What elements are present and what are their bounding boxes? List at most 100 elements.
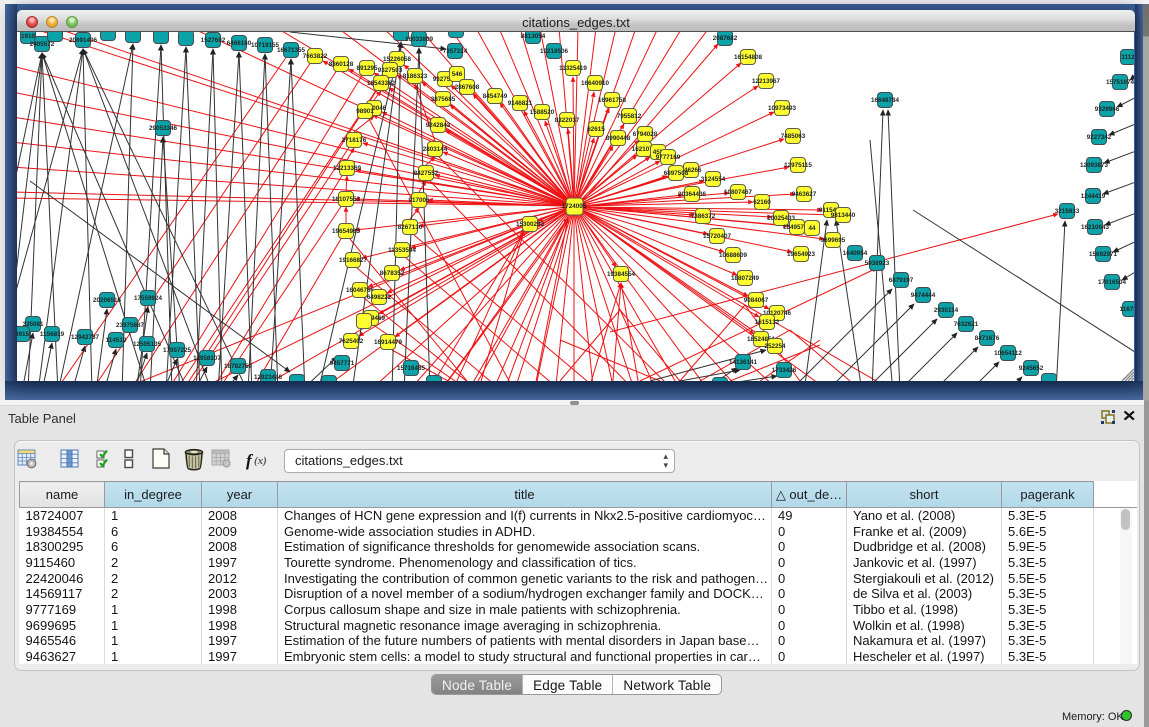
- svg-text:11353594: 11353594: [388, 247, 416, 254]
- svg-text:6498222: 6498222: [367, 294, 392, 301]
- svg-text:917006: 917006: [408, 197, 430, 204]
- svg-text:15226058: 15226058: [383, 56, 412, 63]
- svg-text:10719155: 10719155: [251, 42, 280, 49]
- svg-text:8267130: 8267130: [398, 224, 423, 231]
- svg-text:114519: 114519: [106, 337, 127, 344]
- svg-text:19218506: 19218506: [540, 48, 569, 55]
- svg-text:9474444: 9474444: [911, 292, 936, 299]
- svg-text:f: f: [246, 451, 254, 470]
- svg-text:3215933: 3215933: [1055, 208, 1080, 215]
- svg-text:7663822: 7663822: [303, 53, 328, 60]
- svg-text:16961758: 16961758: [598, 97, 627, 104]
- svg-text:10973493: 10973493: [768, 105, 797, 112]
- svg-text:9242843: 9242843: [426, 122, 451, 129]
- svg-text:16782759: 16782759: [224, 363, 253, 370]
- svg-text:18807249: 18807249: [731, 275, 760, 282]
- svg-text:10807467: 10807467: [724, 189, 753, 196]
- svg-text:8322037: 8322037: [555, 117, 580, 124]
- svg-text:9699695: 9699695: [821, 237, 846, 244]
- svg-text:3875685: 3875685: [431, 96, 456, 103]
- svg-text:10688609: 10688609: [719, 252, 748, 259]
- svg-text:16210643: 16210643: [1081, 224, 1110, 231]
- svg-text:6879197: 6879197: [889, 277, 914, 284]
- svg-text:6897508: 6897508: [664, 170, 689, 177]
- svg-text:12975115: 12975115: [784, 162, 812, 169]
- svg-text:23975887: 23975887: [116, 322, 145, 329]
- svg-text:1724005: 1724005: [562, 203, 587, 210]
- svg-text:1112: 1112: [1121, 54, 1134, 61]
- svg-text:9777169: 9777169: [656, 154, 681, 161]
- svg-text:12923446: 12923446: [254, 374, 283, 381]
- svg-text:16046766: 16046766: [346, 287, 375, 294]
- svg-text:14136141: 14136141: [729, 359, 758, 366]
- svg-text:8186323: 8186323: [403, 73, 428, 80]
- svg-text:12505135: 12505135: [133, 341, 162, 348]
- svg-text:7632621: 7632621: [954, 321, 979, 328]
- svg-text:10654112: 10654112: [994, 350, 1022, 357]
- svg-text:19384554: 19384554: [607, 271, 636, 278]
- svg-text:15751074: 15751074: [1106, 79, 1134, 86]
- svg-text:8813054: 8813054: [521, 33, 546, 40]
- svg-text:9457771: 9457771: [330, 360, 355, 367]
- svg-text:8990448: 8990448: [606, 135, 631, 142]
- svg-text:2935114: 2935114: [934, 307, 959, 314]
- svg-text:116753: 116753: [1120, 306, 1134, 313]
- svg-text:9146821: 9146821: [508, 100, 533, 107]
- svg-text:9084067: 9084067: [744, 297, 769, 304]
- svg-text:9227342: 9227342: [1087, 134, 1112, 141]
- svg-text:1733426: 1733426: [772, 367, 797, 374]
- svg-text:12942737: 12942737: [71, 334, 100, 341]
- svg-text:62615: 62615: [587, 126, 605, 133]
- svg-text:44: 44: [808, 225, 816, 232]
- svg-text:15692971: 15692971: [1089, 251, 1118, 258]
- svg-text:7357224: 7357224: [443, 48, 468, 55]
- svg-text:98901: 98901: [356, 108, 374, 115]
- svg-text:19654983: 19654983: [332, 228, 361, 235]
- svg-text:8678352: 8678352: [380, 270, 405, 277]
- svg-text:2803144: 2803144: [423, 146, 448, 153]
- svg-text:9813440: 9813440: [831, 212, 856, 219]
- svg-text:9329966: 9329966: [1095, 106, 1120, 113]
- svg-text:7955812: 7955812: [617, 113, 642, 120]
- svg-text:2087682: 2087682: [713, 35, 738, 42]
- svg-text:16914479: 16914479: [374, 339, 403, 346]
- svg-text:17559924: 17559924: [134, 295, 163, 302]
- svg-text:1244419: 1244419: [1081, 193, 1106, 200]
- svg-text:15300293: 15300293: [516, 221, 545, 228]
- svg-text:6466160: 6466160: [227, 40, 252, 47]
- svg-text:20206516: 20206516: [93, 297, 122, 304]
- svg-text:891295: 891295: [356, 65, 378, 72]
- svg-text:17016504: 17016504: [1098, 279, 1127, 286]
- svg-text:252254: 252254: [764, 343, 786, 350]
- svg-text:9463627: 9463627: [792, 191, 817, 198]
- svg-text:16543362: 16543362: [367, 80, 396, 87]
- svg-text:9245652: 9245652: [1019, 365, 1044, 372]
- svg-text:2405572: 2405572: [30, 41, 55, 48]
- svg-text:16648784: 16648784: [871, 97, 900, 104]
- svg-text:8454749: 8454749: [483, 93, 508, 100]
- svg-text:7625402: 7625402: [339, 338, 364, 345]
- svg-text:1527602: 1527602: [201, 37, 226, 44]
- svg-text:3124554: 3124554: [701, 176, 726, 183]
- svg-text:12213369: 12213369: [333, 165, 362, 172]
- svg-text:62160: 62160: [753, 199, 771, 206]
- svg-text:1156819: 1156819: [40, 331, 65, 338]
- svg-text:6794028: 6794028: [633, 131, 658, 138]
- svg-text:29053346: 29053346: [149, 125, 178, 132]
- svg-text:2867608: 2867608: [455, 84, 480, 91]
- svg-text:12093873: 12093873: [1080, 162, 1109, 169]
- svg-text:11325419: 11325419: [559, 65, 587, 72]
- svg-text:16154808: 16154808: [734, 54, 763, 61]
- svg-text:8471676: 8471676: [975, 335, 1000, 342]
- svg-text:5938923: 5938923: [865, 260, 890, 267]
- svg-text:15720407: 15720407: [703, 233, 732, 240]
- svg-text:2718176: 2718176: [342, 137, 367, 144]
- svg-text:17957225: 17957225: [163, 347, 192, 354]
- svg-text:16671355: 16671355: [277, 47, 306, 54]
- svg-text:16640910: 16640910: [581, 80, 610, 87]
- svg-text:1615132: 1615132: [755, 319, 780, 326]
- svg-text:7485063: 7485063: [781, 133, 806, 140]
- svg-text:11958107: 11958107: [193, 355, 221, 362]
- svg-text:20691406: 20691406: [69, 37, 98, 44]
- svg-text:1640954: 1640954: [843, 250, 868, 257]
